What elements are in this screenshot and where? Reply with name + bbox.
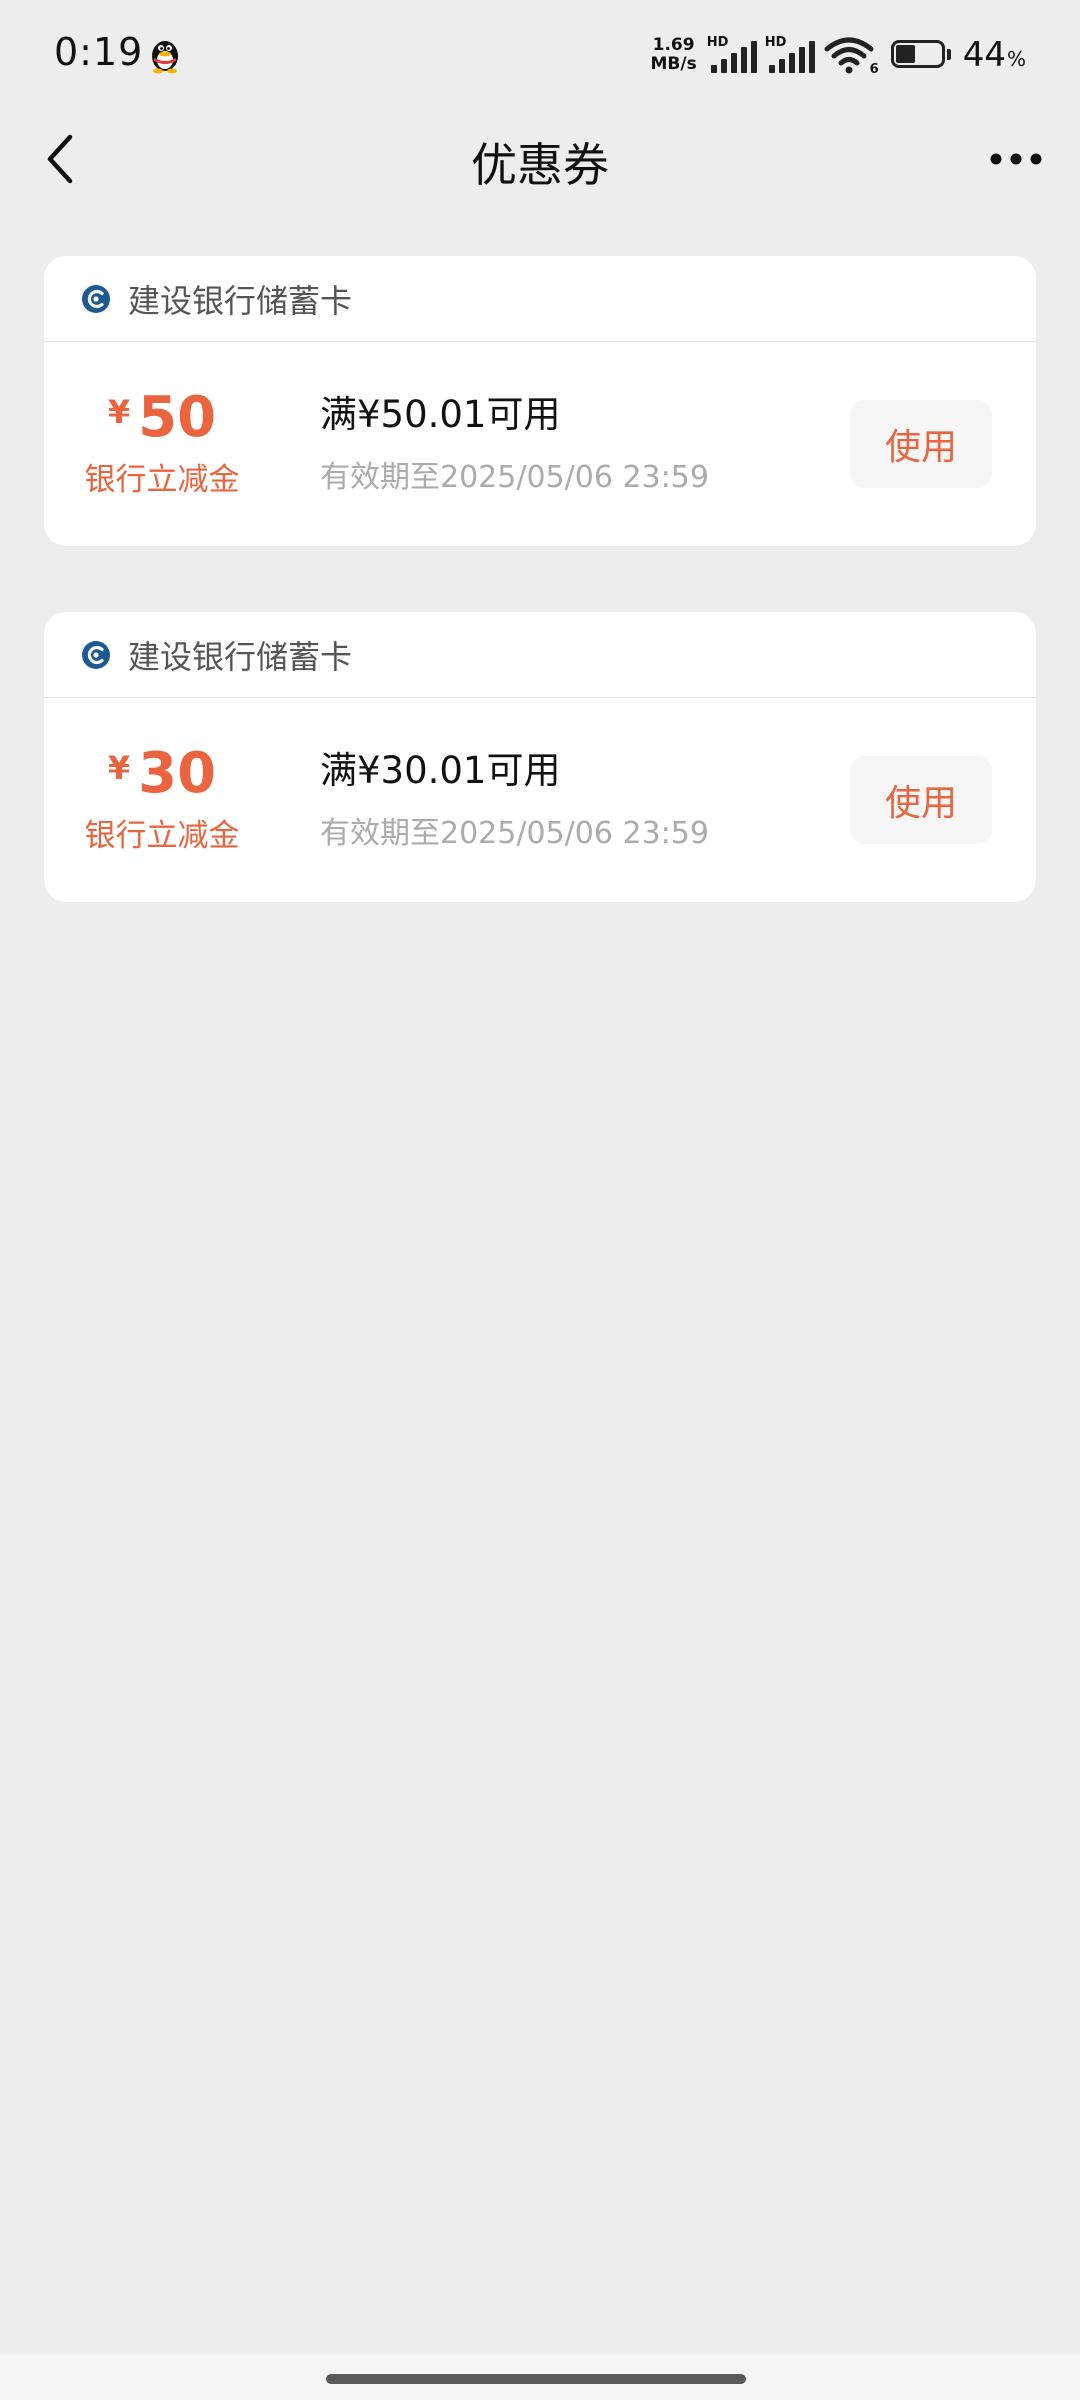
coupon-amount: ¥50 <box>70 386 254 450</box>
signal-sim2-icon: HD <box>765 33 815 77</box>
gesture-bar-area <box>0 2354 1080 2400</box>
coupon-validity: 有效期至2025/05/06 23:59 <box>320 816 709 851</box>
coupon-condition: 满¥50.01可用 <box>320 393 561 436</box>
coupon-amount-block: ¥30 银行立减金 <box>70 742 254 855</box>
battery-percentage: 44% <box>963 35 1026 75</box>
battery-fill <box>895 45 915 63</box>
coupon-card-header: 建设银行储蓄卡 <box>44 256 1036 342</box>
bank-name: 建设银行储蓄卡 <box>128 281 353 320</box>
wifi-icon: 6 <box>823 33 879 77</box>
nav-bar: 优惠券 <box>0 105 1080 213</box>
coupon-card-body: ¥50 银行立减金 满¥50.01可用 有效期至2025/05/06 23:59… <box>44 342 1036 546</box>
more-dots-icon <box>990 153 1042 165</box>
coupon-card-body: ¥30 银行立减金 满¥30.01可用 有效期至2025/05/06 23:59… <box>44 698 1036 902</box>
coupon-amount: ¥30 <box>70 742 254 806</box>
currency-symbol: ¥ <box>107 749 131 787</box>
coupon-card: 建设银行储蓄卡 ¥30 银行立减金 满¥30.01可用 有效期至2025/05/… <box>44 612 1036 902</box>
battery-unit: % <box>1006 47 1026 71</box>
coupon-validity: 有效期至2025/05/06 23:59 <box>320 460 709 495</box>
ccb-bank-logo-icon <box>82 640 110 669</box>
battery-icon <box>890 40 953 70</box>
coupon-amount-block: ¥50 银行立减金 <box>70 386 254 499</box>
home-indicator[interactable] <box>326 2374 746 2384</box>
use-coupon-button[interactable]: 使用 <box>850 400 992 488</box>
coupon-info: 满¥30.01可用 有效期至2025/05/06 23:59 <box>320 746 709 852</box>
signal-bars-icon <box>768 41 815 73</box>
amount-label: 银行立减金 <box>84 462 240 498</box>
wifi-generation: 6 <box>869 62 879 77</box>
page-title: 优惠券 <box>471 138 609 192</box>
coupon-card-header: 建设银行储蓄卡 <box>44 612 1036 698</box>
coupon-list: 建设银行储蓄卡 ¥50 银行立减金 满¥50.01可用 有效期至2025/05/… <box>44 256 1036 968</box>
network-speed-unit: MB/s <box>650 54 697 74</box>
signal-sim1-icon: HD <box>707 33 757 77</box>
more-options-button[interactable] <box>976 123 1056 195</box>
network-speed-value: 1.69 <box>652 35 695 55</box>
qq-penguin-icon <box>152 41 178 74</box>
coupon-card: 建设银行储蓄卡 ¥50 银行立减金 满¥50.01可用 有效期至2025/05/… <box>44 256 1036 546</box>
use-coupon-button[interactable]: 使用 <box>850 756 992 844</box>
coupon-info: 满¥50.01可用 有效期至2025/05/06 23:59 <box>320 390 709 496</box>
bank-name: 建设银行储蓄卡 <box>128 637 353 676</box>
battery-tip <box>946 49 951 60</box>
battery-number: 44 <box>962 35 1006 75</box>
currency-symbol: ¥ <box>107 393 131 431</box>
status-time: 0:19 <box>54 30 144 74</box>
coupon-condition: 满¥30.01可用 <box>320 749 561 792</box>
signal-bars-icon <box>710 41 757 73</box>
status-bar: 0:19 1.69 MB/s HD HD 6 44% <box>0 0 1080 105</box>
ccb-bank-logo-icon <box>82 284 110 313</box>
status-icons: 1.69 MB/s HD HD 6 44% <box>651 30 1026 80</box>
amount-label: 银行立减金 <box>84 818 240 854</box>
network-speed: 1.69 MB/s <box>651 36 697 74</box>
wifi-arcs-icon <box>824 37 874 74</box>
amount-value: 30 <box>138 741 217 806</box>
amount-value: 50 <box>138 385 217 450</box>
